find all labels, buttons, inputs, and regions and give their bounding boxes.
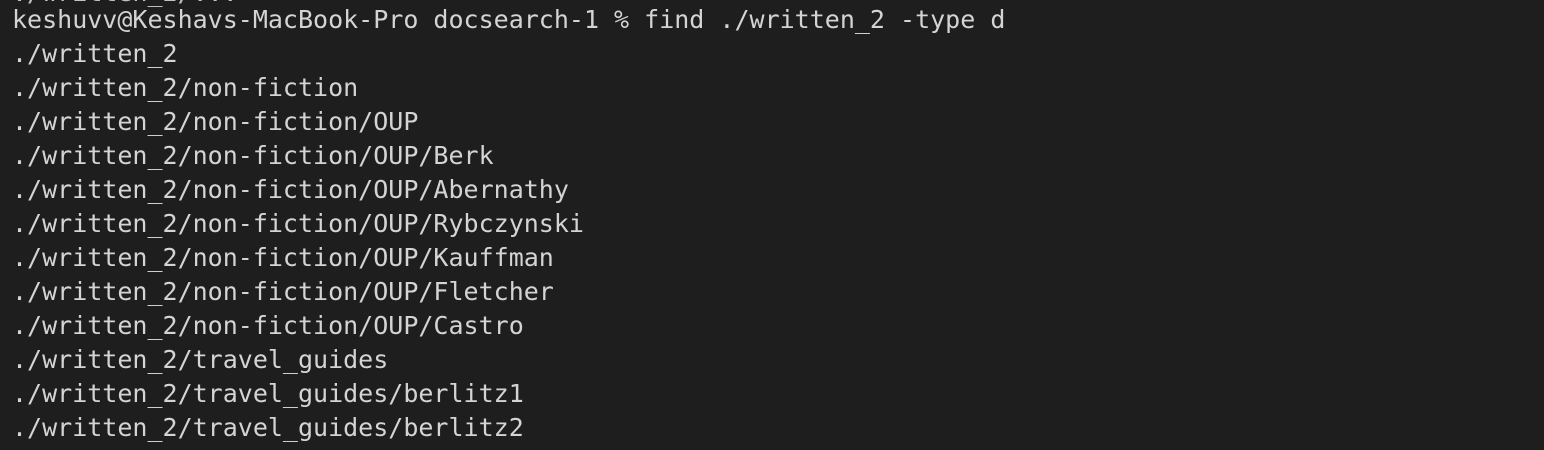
output-line: ./written_2/non-fiction/OUP/Abernathy [12, 175, 569, 204]
terminal-lines: keshuvv@Keshavs-MacBook-Pro docsearch-1 … [12, 3, 1005, 445]
output-line: ./written_2/non-fiction/OUP/Rybczynski [12, 209, 584, 238]
output-line: ./written_2/non-fiction [12, 73, 359, 102]
output-line: ./written_2/travel_guides/berlitz1 [12, 379, 524, 408]
output-line: ./written_2/non-fiction/OUP [12, 107, 419, 136]
terminal-window[interactable]: ./written_2/... keshuvv@Keshavs-MacBook-… [0, 0, 1544, 450]
output-line: ./written_2/non-fiction/OUP/Fletcher [12, 277, 554, 306]
output-line: ./written_2/non-fiction/OUP/Castro [12, 311, 524, 340]
output-line: ./written_2/travel_guides [12, 345, 389, 374]
output-line: ./written_2/travel_guides/berlitz2 [12, 413, 524, 442]
output-line: ./written_2 [12, 39, 178, 68]
output-line: ./written_2/non-fiction/OUP/Berk [12, 141, 494, 170]
output-line: ./written_2/non-fiction/OUP/Kauffman [12, 243, 554, 272]
prompt-line[interactable]: keshuvv@Keshavs-MacBook-Pro docsearch-1 … [12, 3, 1005, 37]
